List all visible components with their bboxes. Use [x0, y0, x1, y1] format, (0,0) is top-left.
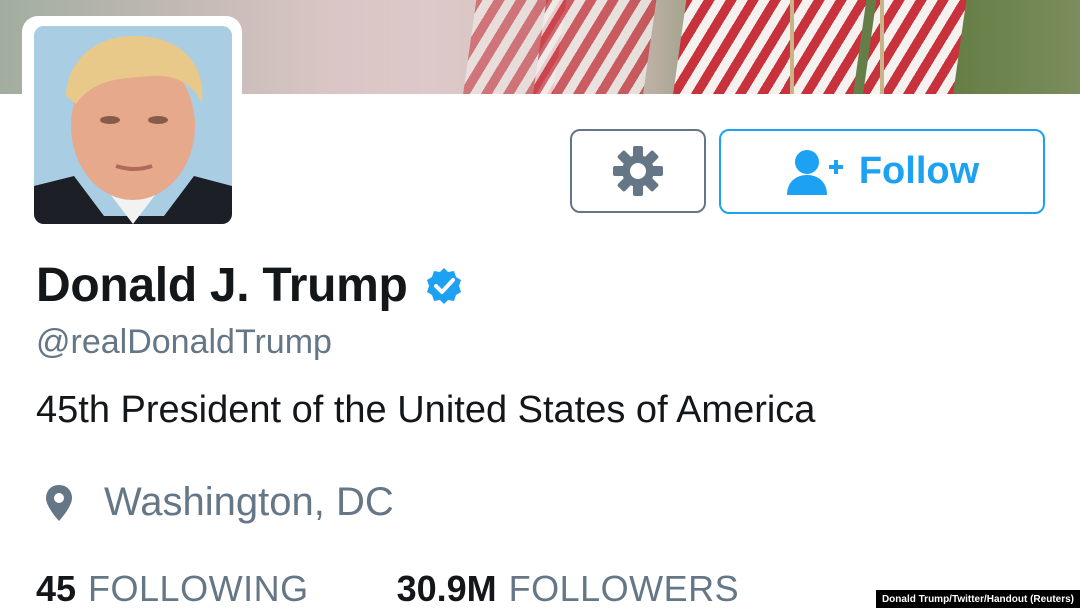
profile-handle[interactable]: @realDonaldTrump [36, 323, 332, 362]
profile-stats: 45 FOLLOWING 30.9M FOLLOWERS [36, 568, 739, 610]
avatar[interactable] [34, 26, 232, 224]
following-label: FOLLOWING [88, 568, 309, 609]
follow-button[interactable]: Follow [719, 129, 1045, 214]
profile-name: Donald J. Trump [36, 259, 408, 312]
verified-badge-icon [426, 267, 461, 304]
followers-label: FOLLOWERS [508, 568, 740, 609]
location-pin-icon [46, 484, 72, 521]
banner-pole [880, 0, 884, 94]
follow-label: Follow [858, 150, 980, 192]
banner-flag [862, 0, 968, 94]
following-count: 45 [36, 568, 77, 609]
avatar-portrait [34, 26, 232, 224]
settings-button[interactable] [570, 129, 706, 213]
profile-name-row: Donald J. Trump [36, 258, 464, 313]
profile-bio: 45th President of the United States of A… [36, 389, 816, 431]
banner-pole [790, 0, 794, 94]
profile-location: Washington, DC [44, 480, 394, 525]
photo-credit: Donald Trump/Twitter/Handout (Reuters) [875, 590, 1080, 608]
location-text: Washington, DC [104, 480, 394, 524]
add-user-icon [786, 149, 843, 195]
banner-flag [782, 0, 868, 94]
followers-stat[interactable]: 30.9M FOLLOWERS [397, 568, 740, 610]
following-stat[interactable]: 45 FOLLOWING [36, 568, 309, 610]
banner-flag [532, 0, 658, 94]
gear-icon [613, 146, 663, 196]
followers-count: 30.9M [396, 568, 497, 609]
